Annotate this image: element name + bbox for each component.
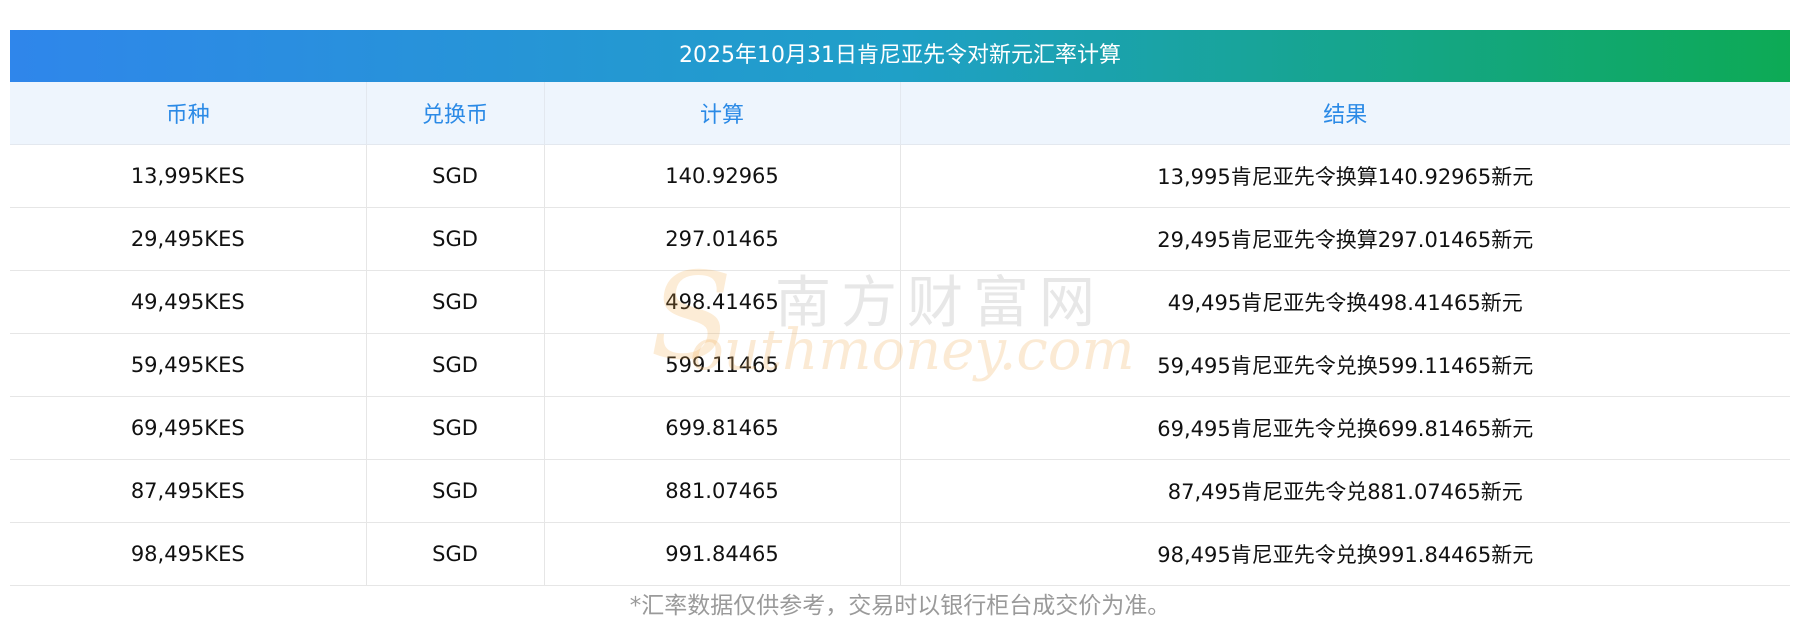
header-row: 币种 兑换币 计算 结果 (10, 82, 1790, 145)
table-row: 69,495KES SGD 699.81465 69,495肯尼亚先令兑换699… (10, 396, 1790, 460)
rate-table-grid: 币种 兑换币 计算 结果 13,995KES SGD 140.92965 13,… (10, 82, 1790, 586)
cell-result: 59,495肯尼亚先令兑换599.11465新元 (900, 333, 1790, 397)
cell-target: SGD (366, 207, 545, 271)
cell-amount: 13,995KES (10, 144, 367, 208)
header-result: 结果 (900, 82, 1790, 145)
cell-value: 498.41465 (544, 270, 901, 334)
table-row: 98,495KES SGD 991.84465 98,495肯尼亚先令兑换991… (10, 522, 1790, 586)
header-calculation: 计算 (544, 82, 901, 145)
cell-result: 87,495肯尼亚先令兑881.07465新元 (900, 459, 1790, 523)
cell-amount: 29,495KES (10, 207, 367, 271)
table-row: 13,995KES SGD 140.92965 13,995肯尼亚先令换算140… (10, 144, 1790, 208)
cell-amount: 87,495KES (10, 459, 367, 523)
cell-result: 69,495肯尼亚先令兑换699.81465新元 (900, 396, 1790, 460)
cell-target: SGD (366, 144, 545, 208)
cell-amount: 59,495KES (10, 333, 367, 397)
table-row: 87,495KES SGD 881.07465 87,495肯尼亚先令兑881.… (10, 459, 1790, 523)
header-target-currency: 兑换币 (366, 82, 545, 145)
table-row: 59,495KES SGD 599.11465 59,495肯尼亚先令兑换599… (10, 333, 1790, 397)
cell-target: SGD (366, 522, 545, 586)
cell-target: SGD (366, 333, 545, 397)
table-row: 49,495KES SGD 498.41465 49,495肯尼亚先令换498.… (10, 270, 1790, 334)
cell-value: 991.84465 (544, 522, 901, 586)
table-title: 2025年10月31日肯尼亚先令对新元汇率计算 (10, 30, 1790, 82)
cell-value: 699.81465 (544, 396, 901, 460)
cell-value: 881.07465 (544, 459, 901, 523)
cell-value: 297.01465 (544, 207, 901, 271)
cell-result: 49,495肯尼亚先令换498.41465新元 (900, 270, 1790, 334)
cell-amount: 98,495KES (10, 522, 367, 586)
cell-result: 29,495肯尼亚先令换算297.01465新元 (900, 207, 1790, 271)
cell-amount: 69,495KES (10, 396, 367, 460)
cell-value: 140.92965 (544, 144, 901, 208)
cell-target: SGD (366, 270, 545, 334)
disclaimer-footnote: *汇率数据仅供参考，交易时以银行柜台成交价为准。 (629, 593, 1171, 619)
cell-result: 13,995肯尼亚先令换算140.92965新元 (900, 144, 1790, 208)
cell-target: SGD (366, 459, 545, 523)
cell-amount: 49,495KES (10, 270, 367, 334)
cell-value: 599.11465 (544, 333, 901, 397)
table-row: 29,495KES SGD 297.01465 29,495肯尼亚先令换算297… (10, 207, 1790, 271)
exchange-rate-table: 2025年10月31日肯尼亚先令对新元汇率计算 币种 兑换币 计算 结果 13,… (10, 30, 1790, 586)
cell-result: 98,495肯尼亚先令兑换991.84465新元 (900, 522, 1790, 586)
cell-target: SGD (366, 396, 545, 460)
header-currency: 币种 (10, 82, 367, 145)
